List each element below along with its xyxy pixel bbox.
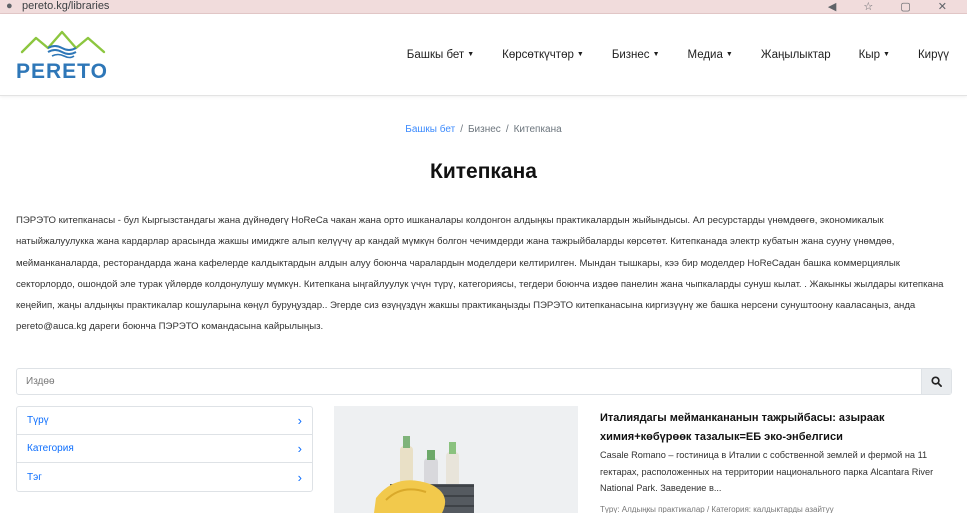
breadcrumb-section[interactable]: Бизнес xyxy=(468,124,501,135)
nav-item-label: Жаңылыктар xyxy=(760,49,831,61)
lock-icon: ● xyxy=(6,0,13,12)
article-title-link[interactable]: Италиядагы мейманкананын тажрыйбасы: азы… xyxy=(600,409,950,447)
nav-item-2[interactable]: Бизнес ▼ xyxy=(612,49,660,61)
article-tags: Түрү: Алдыңкы практикалар / Категория: к… xyxy=(600,505,834,513)
library-description: ПЭРЭТО китепканасы - бул Кыргызстандагы … xyxy=(16,215,944,333)
filter-label: Түрү xyxy=(27,415,49,426)
nav-item-0[interactable]: Башкы бет ▼ xyxy=(407,49,474,61)
article-image[interactable] xyxy=(334,406,578,513)
breadcrumb-separator: / xyxy=(505,124,509,135)
caret-down-icon: ▼ xyxy=(576,51,584,58)
filter-label: Тэг xyxy=(27,471,42,483)
page-title: Китепкана xyxy=(430,160,537,183)
search-input[interactable] xyxy=(17,369,922,394)
caret-down-icon: ▼ xyxy=(652,51,660,58)
logo-mark-icon xyxy=(20,30,106,59)
filter-panel: Түрү › Категория › Тэг › xyxy=(16,406,313,492)
breadcrumb-separator: / xyxy=(460,124,463,135)
nav-item-label: Медиа xyxy=(687,49,723,61)
caret-down-icon: ▼ xyxy=(467,51,475,58)
filter-type[interactable]: Түрү › xyxy=(17,407,312,435)
chevron-right-icon: › xyxy=(297,441,302,456)
caret-down-icon: ▼ xyxy=(883,51,890,58)
nav-item-label: Кирүү xyxy=(917,49,949,61)
nav-item-3[interactable]: Медиа ▼ xyxy=(688,49,733,61)
filter-tag[interactable]: Тэг › xyxy=(17,463,312,491)
cleaning-products-image xyxy=(334,406,578,513)
nav-item-label: Көрсөткүчтөр xyxy=(502,49,574,61)
nav-item-label: Бизнес xyxy=(611,49,650,61)
browser-address-bar[interactable]: ● pereto.kg/libraries ◀ ☆ ▢ ✕ xyxy=(0,0,967,14)
logo-text: PERETO xyxy=(16,60,108,83)
search-icon xyxy=(931,376,942,387)
breadcrumb-current: Китепкана xyxy=(513,124,562,135)
breadcrumb: Башкы бет / Бизнес / Китепкана xyxy=(0,124,967,135)
nav-item-5[interactable]: Кыр ▼ xyxy=(859,49,890,61)
main-nav: Башкы бет ▼ Көрсөткүчтөр ▼ Бизнес ▼ Медиа ▼ Жаңы… xyxy=(379,14,949,96)
search-button[interactable] xyxy=(921,369,951,394)
filter-category[interactable]: Категория › xyxy=(17,435,312,463)
chevron-right-icon: › xyxy=(297,413,302,428)
filter-label: Категория xyxy=(27,443,74,454)
search-bar xyxy=(16,368,952,395)
nav-item-6[interactable]: Кирүү xyxy=(918,49,949,61)
nav-item-label: Кыр xyxy=(858,49,881,61)
breadcrumb-home-link[interactable]: Башкы бет xyxy=(405,124,455,135)
logo[interactable]: PERETO xyxy=(16,26,112,88)
nav-item-1[interactable]: Көрсөткүчтөр ▼ xyxy=(502,49,584,61)
nav-item-label: Башкы бет xyxy=(406,49,465,61)
navbar: PERETO Башкы бет ▼ Көрсөткүчтөр ▼ Бизнес ▼ Мед… xyxy=(0,14,967,96)
nav-item-4[interactable]: Жаңылыктар xyxy=(761,49,831,61)
browser-controls[interactable]: ◀ ☆ ▢ ✕ xyxy=(828,0,959,13)
caret-down-icon: ▼ xyxy=(725,51,733,58)
chevron-right-icon: › xyxy=(297,469,302,485)
article-excerpt: Casale Romano – гостиница в Италии с соб… xyxy=(600,450,934,493)
url-text[interactable]: pereto.kg/libraries xyxy=(22,0,109,12)
